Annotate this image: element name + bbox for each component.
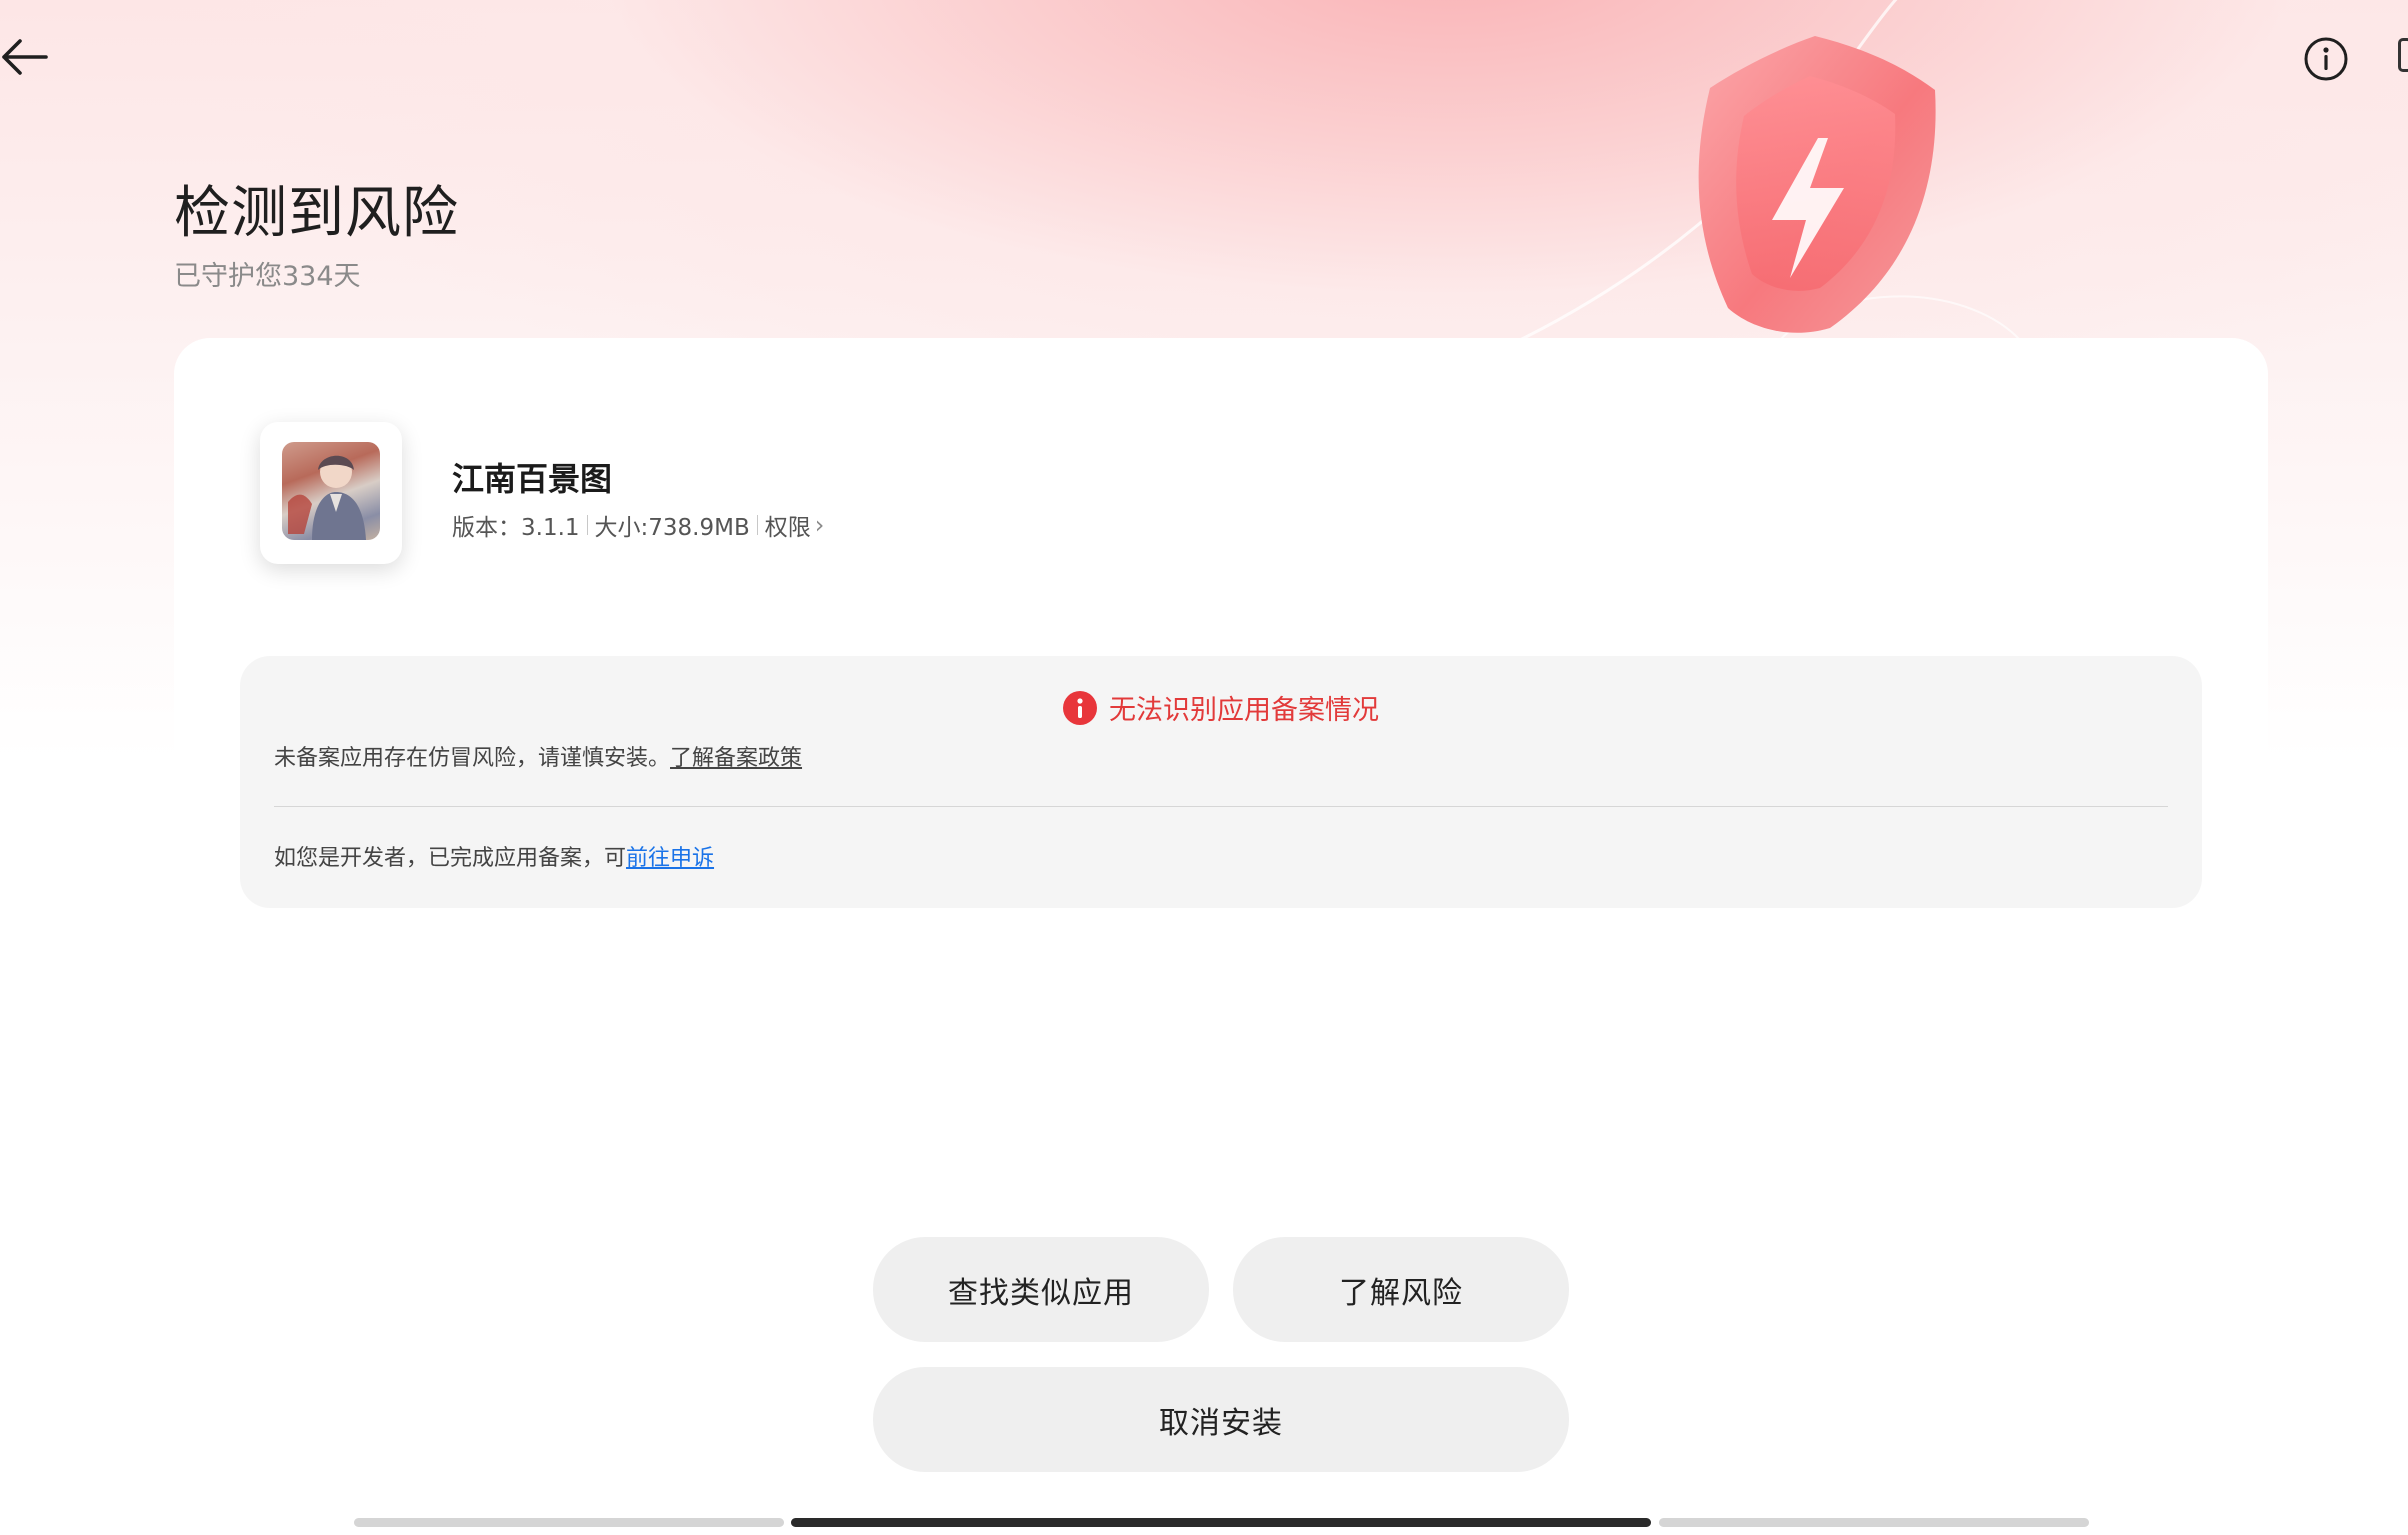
risk-warning-box: 无法识别应用备案情况 未备案应用存在仿冒风险，请谨慎安装。了解备案政策 如您是开… <box>240 656 2202 908</box>
risk-description-text: 未备案应用存在仿冒风险，请谨慎安装。 <box>274 746 671 771</box>
permissions-label: 权限 <box>764 515 811 541</box>
learn-risk-button[interactable]: 了解风险 <box>1233 1237 1569 1342</box>
meta-divider <box>586 515 588 535</box>
app-version: 版本：3.1.1 <box>452 515 580 541</box>
cancel-install-button[interactable]: 取消安装 <box>873 1367 1569 1472</box>
app-size: 大小:738.9MB <box>594 515 750 541</box>
permissions-link[interactable]: 权限 › <box>765 508 825 542</box>
shield-lightning-icon <box>1698 36 1936 333</box>
chevron-right-icon: › <box>814 511 825 539</box>
risk-description: 未备案应用存在仿冒风险，请谨慎安装。了解备案政策 <box>274 740 802 772</box>
back-button[interactable] <box>0 34 56 80</box>
alert-icon <box>1063 690 1097 725</box>
app-info-card: 江南百景图 版本：3.1.1 大小:738.9MB 权限 › 无法识别应用备案情… <box>174 338 2268 1500</box>
scroll-indicator-active <box>791 1518 1651 1527</box>
appeal-link[interactable]: 前往申诉 <box>626 846 714 871</box>
risk-detection-page: 检测到风险 已守护您334天 江南百景图 版本：3.1.1 大小:738.9MB… <box>0 0 2408 1535</box>
app-meta: 版本：3.1.1 大小:738.9MB 权限 › <box>452 508 824 542</box>
info-icon <box>2304 37 2348 81</box>
app-icon-frame <box>260 422 402 564</box>
find-similar-apps-button[interactable]: 查找类似应用 <box>873 1237 1209 1342</box>
edge-partial-icon <box>2398 38 2408 72</box>
scroll-indicator-left <box>354 1518 784 1527</box>
developer-note: 如您是开发者，已完成应用备案，可前往申诉 <box>274 840 714 872</box>
app-icon <box>282 442 380 540</box>
protection-days: 已守护您334天 <box>174 261 361 292</box>
page-title: 检测到风险 <box>174 181 459 246</box>
developer-note-text: 如您是开发者，已完成应用备案，可 <box>274 846 627 871</box>
risk-heading: 无法识别应用备案情况 <box>1109 695 1379 726</box>
info-button[interactable] <box>2300 33 2352 85</box>
scroll-indicator-right <box>1659 1518 2089 1527</box>
filing-policy-link[interactable]: 了解备案政策 <box>670 746 802 771</box>
meta-divider <box>756 515 758 535</box>
divider <box>274 806 2168 807</box>
back-arrow-icon <box>2 39 48 75</box>
risk-heading-row: 无法识别应用备案情况 <box>240 688 2202 727</box>
app-name: 江南百景图 <box>452 460 613 498</box>
